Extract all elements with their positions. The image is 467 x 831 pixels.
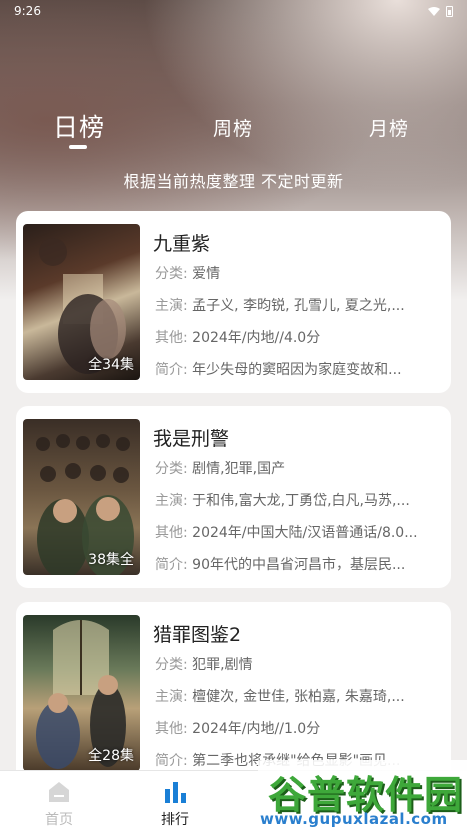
watermark-logo: 谷普软件园 www.gupuxlazal.com	[258, 760, 467, 831]
watermark-url: www.gupuxlazal.com	[260, 810, 448, 828]
episode-count: 全28集	[88, 748, 134, 764]
genre-row: 分类: 剧情,犯罪,国产	[155, 461, 286, 477]
genre-row: 分类: 犯罪,剧情	[155, 657, 253, 673]
drama-card[interactable]: 全34集 九重紫 分类: 爱情 主演: 孟子义, 李昀锐, 孔雪儿, 夏之光,.…	[16, 211, 451, 393]
status-time: 9:26	[14, 4, 41, 18]
other-row: 其他: 2024年/内地//4.0分	[155, 330, 321, 346]
cast-row: 主演: 于和伟,富大龙,丁勇岱,白凡,马苏,...	[155, 493, 410, 509]
intro-row: 简介: 年少失母的窦昭因为家庭变故和...	[155, 362, 402, 378]
other-row: 其他: 2024年/中国大陆/汉语普通话/8.0...	[155, 525, 418, 541]
wifi-icon	[428, 6, 440, 16]
status-bar: 9:26	[0, 0, 467, 22]
ranking-tabs: 日榜 周榜 月榜	[0, 108, 467, 158]
home-icon	[29, 777, 89, 803]
intro-row: 简介: 90年代的中昌省河昌市，基层民...	[155, 557, 406, 573]
episode-count: 38集全	[88, 552, 134, 568]
episode-count: 全34集	[88, 357, 134, 373]
genre-row: 分类: 爱情	[155, 266, 221, 282]
cast-row: 主演: 孟子义, 李昀锐, 孔雪儿, 夏之光,...	[155, 298, 405, 314]
drama-title: 九重紫	[153, 233, 211, 255]
battery-icon	[446, 5, 453, 17]
tab-weekly[interactable]: 周榜	[213, 114, 253, 141]
poster-image[interactable]: 38集全	[23, 419, 140, 575]
nav-ranking[interactable]: 排行	[145, 777, 205, 829]
poster-image[interactable]: 全28集	[23, 615, 140, 771]
ranking-icon	[145, 777, 205, 803]
cast-row: 主演: 檀健次, 金世佳, 张柏嘉, 朱嘉琦,...	[155, 689, 405, 705]
drama-title: 猎罪图鉴2	[153, 624, 242, 646]
tab-indicator	[69, 145, 87, 149]
poster-image[interactable]: 全34集	[23, 224, 140, 380]
drama-card[interactable]: 全28集 猎罪图鉴2 分类: 犯罪,剧情 主演: 檀健次, 金世佳, 张柏嘉, …	[16, 602, 451, 784]
tab-daily[interactable]: 日榜	[53, 108, 105, 144]
nav-home[interactable]: 首页	[29, 777, 89, 829]
other-row: 其他: 2024年/内地//1.0分	[155, 721, 321, 737]
page-subtitle: 根据当前热度整理 不定时更新	[123, 172, 344, 191]
tab-monthly[interactable]: 月榜	[369, 114, 409, 141]
drama-card[interactable]: 38集全 我是刑警 分类: 剧情,犯罪,国产 主演: 于和伟,富大龙,丁勇岱,白…	[16, 406, 451, 588]
drama-title: 我是刑警	[153, 428, 230, 450]
